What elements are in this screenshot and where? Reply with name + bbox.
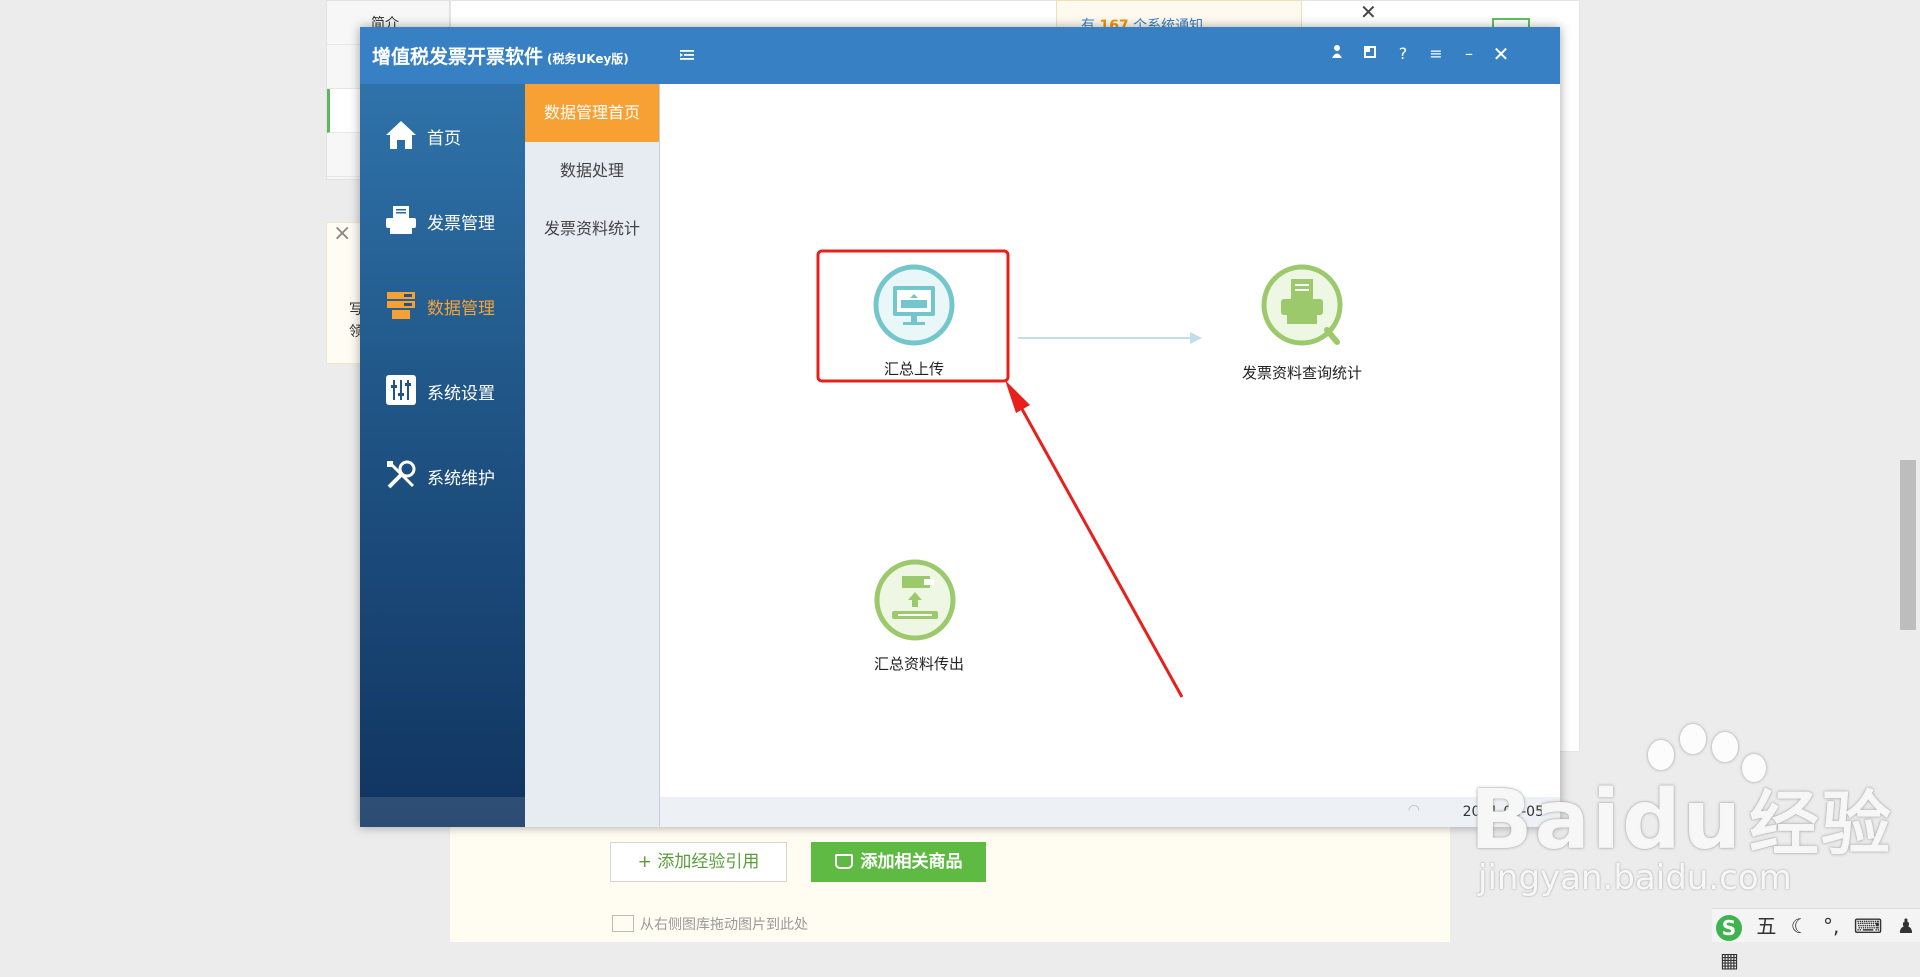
watermark-cn: 经验 [1749,783,1894,865]
annotation-arrow-head [1005,380,1030,413]
tools-icon [387,460,416,489]
subnav-data-processing[interactable]: 数据处理 [525,142,659,200]
ime-toolbar[interactable]: S 五 ☾ °, ⌨ ♟ ▦ [1712,908,1920,972]
flow-overlay [816,249,1202,698]
watermark-brand: Bai [1470,773,1622,868]
flow-arrow-head [1190,332,1202,344]
moon-icon[interactable]: ☾ [1791,909,1809,943]
home-icon [386,121,416,149]
wifi-icon: ◠ [1407,802,1420,818]
watermark-url: jingyan.baidu.com [1478,858,1792,898]
sub-nav: 数据管理首页 数据处理 发票资料统计 [525,84,660,827]
sliders-icon [386,375,416,405]
bg-close-icon[interactable]: ✕ [1360,0,1377,24]
drag-hint-text: 从右侧图库拖动图片到此处 [640,917,808,933]
baidu-jingyan-watermark: Baidu经验 jingyan.baidu.com [1470,720,1920,900]
tip-close-icon[interactable]: × [333,221,351,246]
nav-item-maintenance[interactable]: 系统维护 [360,444,525,504]
nav-item-data[interactable]: 数据管理 [360,274,525,334]
ime-mode[interactable]: 五 [1756,909,1776,943]
drag-hint: 从右侧图库拖动图片到此处 [612,914,808,934]
add-cite-button[interactable]: + 添加经验引用 [610,842,787,882]
nav-item-home[interactable]: 首页 [360,104,525,164]
close-icon[interactable]: ✕ [1488,41,1514,67]
app-titlebar[interactable]: 增值税发票开票软件 (税务UKey版) ? ≡ – ✕ [360,27,1560,84]
grid-icon[interactable]: ▦ [1720,943,1739,977]
status-bar: ◠ 2021-08-05 [660,797,1560,827]
highlight-box [816,249,1010,383]
image-icon [612,915,634,932]
restore-icon[interactable] [1357,41,1383,67]
user-icon[interactable] [1324,41,1350,67]
add-goods-label: 添加相关商品 [860,852,963,872]
keyboard-icon[interactable]: ⌨ [1854,909,1883,943]
minimize-icon[interactable]: – [1456,41,1482,67]
add-goods-button[interactable]: 添加相关商品 [811,842,986,882]
subnav-data-home[interactable]: 数据管理首页 [525,84,659,142]
data-icon [387,292,415,319]
annotation-arrow [1020,408,1184,698]
sogou-logo-icon[interactable]: S [1716,914,1742,941]
watermark-brand-du: du [1621,773,1744,868]
basket-icon [834,854,853,869]
nav-label: 系统维护 [427,469,495,489]
app-title-suffix: (税务UKey版) [547,52,629,66]
app-title: 增值税发票开票软件 (税务UKey版) [372,42,629,69]
nav-label: 系统设置 [427,384,495,404]
main-nav: 首页 发票管理 数据管理 系统设置 系统维护 [360,84,525,827]
menu-icon[interactable]: ≡ [1423,41,1449,67]
punctuation-icon[interactable]: °, [1823,909,1839,943]
nav-label: 首页 [427,129,461,149]
collapse-menu-icon[interactable] [678,43,696,67]
printer-icon [386,206,416,234]
app-title-text: 增值税发票开票软件 [372,46,544,68]
invoice-app-window: 增值税发票开票软件(税务UKey版) ? ≡ – ✕ 首页 发票管理 数据管理 [360,27,1560,827]
data-management-home: 汇总上传 发票资料查询统计 汇总资料传出 [660,84,1560,799]
subnav-invoice-stats[interactable]: 发票资料统计 [525,200,659,258]
nav-item-settings[interactable]: 系统设置 [360,359,525,419]
voice-icon[interactable]: ♟ [1897,909,1915,943]
nav-label: 发票管理 [427,214,495,234]
nav-label: 数据管理 [427,299,495,319]
nav-item-invoice[interactable]: 发票管理 [360,189,525,249]
help-icon[interactable]: ? [1390,41,1416,67]
page-scrollbar[interactable] [1900,460,1916,630]
